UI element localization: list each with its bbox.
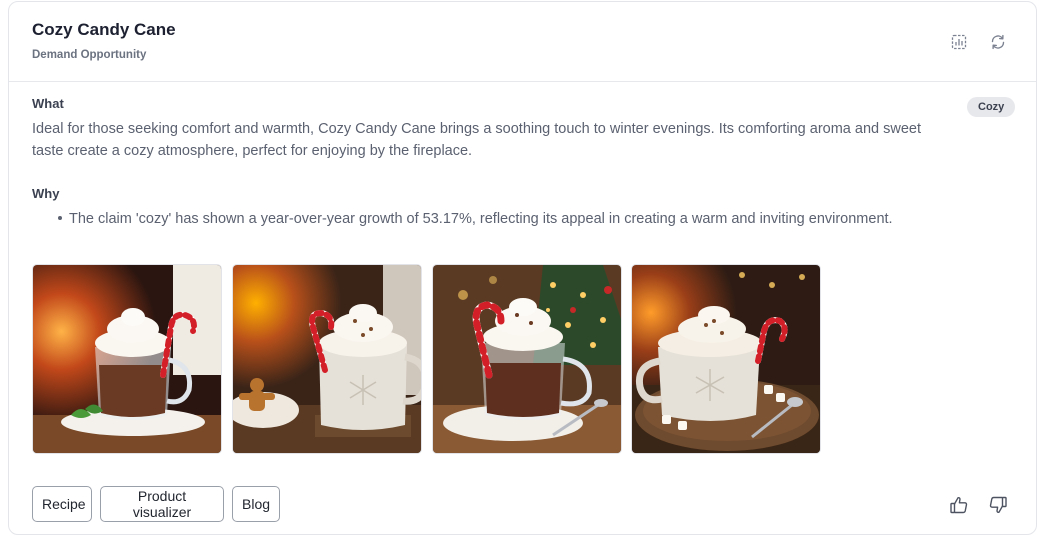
- refresh-icon[interactable]: [988, 32, 1008, 52]
- card-header: Cozy Candy Cane Demand Opportunity: [9, 2, 1036, 82]
- claim-tag: Cozy: [967, 97, 1016, 117]
- card-subtitle: Demand Opportunity: [32, 49, 147, 61]
- thumbs-up-icon[interactable]: [948, 494, 970, 516]
- image-thumbnail-1[interactable]: [32, 264, 222, 454]
- what-label: What: [32, 96, 64, 111]
- product-visualizer-button[interactable]: Product visualizer: [100, 486, 224, 522]
- why-bullet: The claim 'cozy' has shown a year-over-y…: [69, 211, 893, 227]
- recipe-button[interactable]: Recipe: [32, 486, 92, 522]
- what-text: Ideal for those seeking comfort and warm…: [32, 121, 921, 159]
- why-label: Why: [32, 186, 60, 201]
- blog-button[interactable]: Blog: [232, 486, 280, 522]
- thumbs-down-icon[interactable]: [987, 494, 1009, 516]
- card-title: Cozy Candy Cane: [32, 20, 176, 39]
- opportunity-card: Cozy Candy Cane Demand Opportunity What …: [8, 1, 1037, 535]
- image-thumbnail-2[interactable]: [232, 264, 422, 454]
- image-thumbnail-4[interactable]: [631, 264, 821, 454]
- chart-icon[interactable]: [949, 32, 969, 52]
- image-thumbnail-3[interactable]: [432, 264, 622, 454]
- bullet-dot: [58, 216, 62, 220]
